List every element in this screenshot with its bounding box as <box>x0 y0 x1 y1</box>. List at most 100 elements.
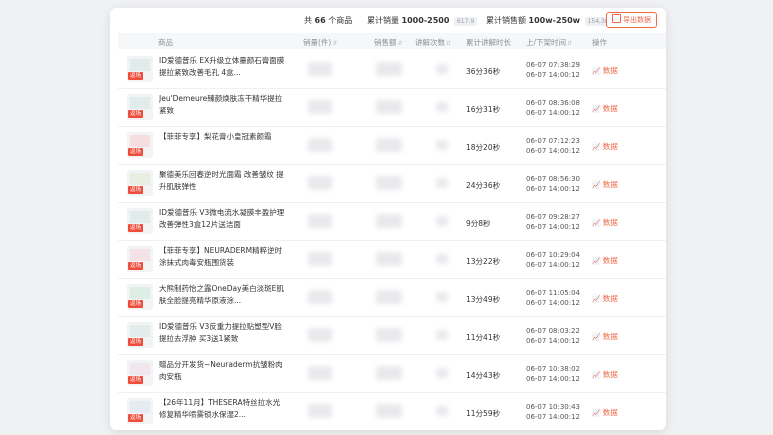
blurred-explain-count <box>436 216 448 226</box>
shelf-time: 06-07 07:12:23 06-07 14:00:12 <box>526 137 581 155</box>
product-thumbnail[interactable]: 返场 <box>127 360 153 386</box>
replay-tag: 返场 <box>128 300 144 308</box>
replay-tag: 返场 <box>128 72 144 80</box>
blurred-sales <box>308 100 332 114</box>
shelf-time: 06-07 11:05:04 06-07 14:00:12 <box>526 289 581 307</box>
chart-icon: 📈 <box>592 257 601 265</box>
shelf-time: 06-07 08:03:22 06-07 14:00:12 <box>526 327 581 345</box>
summary-bar: 共 66 个商品 累计销量 1000-2500 617.9 累计销售额 100w… <box>110 8 666 32</box>
table-row[interactable]: 返场 ID爱德普乐 V3反重力提拉贴塑型V脸提拉去浮肿 买3送1紧致 11分41… <box>118 317 666 355</box>
table-row[interactable]: 返场 【菲菲专享】NEURADERM精粹逆时涂抹式肉毒安瓶围货装 13分22秒 … <box>118 241 666 279</box>
col-explain-duration[interactable]: 累计讲解时长 <box>466 37 511 48</box>
product-name[interactable]: 大熊制药怡之露OneDay美白淡斑E肌肤全脸提亮精华原液涂... <box>159 283 287 307</box>
data-link[interactable]: 📈 数据 <box>592 407 618 418</box>
table-row[interactable]: 返场 【菲菲专享】梨花膏小皇冠素颜霜 18分20秒 06-07 07:12:23… <box>118 127 666 165</box>
product-name[interactable]: 赠品分开发货~Neuraderm抗皱粉肉肉安瓶 <box>159 359 287 383</box>
blurred-sales <box>308 62 332 76</box>
shelf-time: 06-07 10:30:43 06-07 14:00:12 <box>526 403 581 421</box>
product-thumbnail[interactable]: 返场 <box>127 170 153 196</box>
explain-duration: 13分49秒 <box>466 295 501 304</box>
explain-duration: 24分36秒 <box>466 181 501 190</box>
chart-icon: 📈 <box>592 143 601 151</box>
blurred-explain-count <box>436 292 448 302</box>
shelf-time: 06-07 07:38:29 06-07 14:00:12 <box>526 61 581 79</box>
blurred-sales <box>308 214 332 228</box>
blurred-explain-count <box>436 102 448 112</box>
data-link[interactable]: 📈 数据 <box>592 217 618 228</box>
blurred-sales <box>308 176 332 190</box>
col-explain-count[interactable]: 讲解次数⇵ <box>415 37 451 48</box>
product-name[interactable]: ID爱德普乐 V3微电流水凝膜丰盈护理改善弹性3盒12片送洁面 <box>159 207 287 231</box>
blurred-sales <box>308 366 332 380</box>
replay-tag: 返场 <box>128 186 144 194</box>
blurred-explain-count <box>436 330 448 340</box>
blurred-revenue <box>376 252 402 266</box>
product-table-card: 共 66 个商品 累计销量 1000-2500 617.9 累计销售额 100w… <box>110 8 666 430</box>
product-thumbnail[interactable]: 返场 <box>127 208 153 234</box>
chart-icon: 📈 <box>592 333 601 341</box>
blurred-sales <box>308 138 332 152</box>
product-thumbnail[interactable]: 返场 <box>127 398 153 424</box>
explain-duration: 11分41秒 <box>466 333 501 342</box>
product-name[interactable]: 【菲菲专享】梨花膏小皇冠素颜霜 <box>159 131 287 143</box>
replay-tag: 返场 <box>128 148 144 156</box>
explain-duration: 11分59秒 <box>466 409 501 418</box>
data-link[interactable]: 📈 数据 <box>592 141 618 152</box>
export-data-button[interactable]: 导出数据 <box>606 12 657 28</box>
chart-icon: 📈 <box>592 371 601 379</box>
explain-duration: 18分20秒 <box>466 143 501 152</box>
chart-icon: 📈 <box>592 181 601 189</box>
col-shelf-time[interactable]: 上/下架时间⇵ <box>526 37 572 48</box>
product-name[interactable]: Jeu'Demeure臻颜焕肤冻干精华提拉紧致 <box>159 93 287 117</box>
table-row[interactable]: 返场 【26年11月】THESERA特丝拉水光修复精华喷雾锁水保湿2... 11… <box>118 393 666 430</box>
blurred-explain-count <box>436 254 448 264</box>
replay-tag: 返场 <box>128 224 144 232</box>
blurred-sales <box>308 252 332 266</box>
blurred-revenue <box>376 366 402 380</box>
sort-icon: ⇵ <box>332 40 338 47</box>
data-link[interactable]: 📈 数据 <box>592 103 618 114</box>
product-name[interactable]: ID爱德普乐 EX升级立体量颜石膏面膜提拉紧致改善毛孔 4盒... <box>159 55 287 79</box>
explain-duration: 14分43秒 <box>466 371 501 380</box>
explain-duration: 9分8秒 <box>466 219 491 228</box>
product-thumbnail[interactable]: 返场 <box>127 322 153 348</box>
chart-icon: 📈 <box>592 219 601 227</box>
chart-icon: 📈 <box>592 67 601 75</box>
table-row[interactable]: 返场 ID爱德普乐 EX升级立体量颜石膏面膜提拉紧致改善毛孔 4盒... 36分… <box>118 51 666 89</box>
shelf-time: 06-07 08:36:08 06-07 14:00:12 <box>526 99 581 117</box>
col-action: 操作 <box>592 38 607 47</box>
blurred-explain-count <box>436 140 448 150</box>
blurred-revenue <box>376 328 402 342</box>
data-link[interactable]: 📈 数据 <box>592 179 618 190</box>
product-name[interactable]: 【菲菲专享】NEURADERM精粹逆时涂抹式肉毒安瓶围货装 <box>159 245 287 269</box>
table-row[interactable]: 返场 大熊制药怡之露OneDay美白淡斑E肌肤全脸提亮精华原液涂... 13分4… <box>118 279 666 317</box>
table-row[interactable]: 返场 Jeu'Demeure臻颜焕肤冻干精华提拉紧致 16分31秒 06-07 … <box>118 89 666 127</box>
blurred-sales <box>308 404 332 418</box>
chart-icon: 📈 <box>592 105 601 113</box>
data-link[interactable]: 📈 数据 <box>592 255 618 266</box>
product-name[interactable]: ID爱德普乐 V3反重力提拉贴塑型V脸提拉去浮肿 买3送1紧致 <box>159 321 287 345</box>
product-thumbnail[interactable]: 返场 <box>127 284 153 310</box>
product-name[interactable]: 聚德美乐回春逆时光面霜 改善皱纹 提升肌肤弹性 <box>159 169 287 193</box>
data-link[interactable]: 📈 数据 <box>592 293 618 304</box>
blurred-explain-count <box>436 368 448 378</box>
data-link[interactable]: 📈 数据 <box>592 369 618 380</box>
total-revenue: 累计销售额 100w-250w 154,387 <box>486 15 616 26</box>
col-revenue[interactable]: 销售额⇵ <box>374 37 403 48</box>
blurred-revenue <box>376 138 402 152</box>
replay-tag: 返场 <box>128 414 144 422</box>
data-link[interactable]: 📈 数据 <box>592 331 618 342</box>
col-sales-count[interactable]: 销量(件)⇵ <box>303 37 337 48</box>
product-name[interactable]: 【26年11月】THESERA特丝拉水光修复精华喷雾锁水保湿2... <box>159 397 287 421</box>
table-row[interactable]: 返场 聚德美乐回春逆时光面霜 改善皱纹 提升肌肤弹性 24分36秒 06-07 … <box>118 165 666 203</box>
table-row[interactable]: 返场 ID爱德普乐 V3微电流水凝膜丰盈护理改善弹性3盒12片送洁面 9分8秒 … <box>118 203 666 241</box>
blurred-revenue <box>376 290 402 304</box>
table-row[interactable]: 返场 赠品分开发货~Neuraderm抗皱粉肉肉安瓶 14分43秒 06-07 … <box>118 355 666 393</box>
data-link[interactable]: 📈 数据 <box>592 65 618 76</box>
replay-tag: 返场 <box>128 338 144 346</box>
product-thumbnail[interactable]: 返场 <box>127 56 153 82</box>
product-thumbnail[interactable]: 返场 <box>127 94 153 120</box>
chart-icon: 📈 <box>592 409 601 417</box>
product-thumbnail[interactable]: 返场 <box>127 246 153 272</box>
product-thumbnail[interactable]: 返场 <box>127 132 153 158</box>
